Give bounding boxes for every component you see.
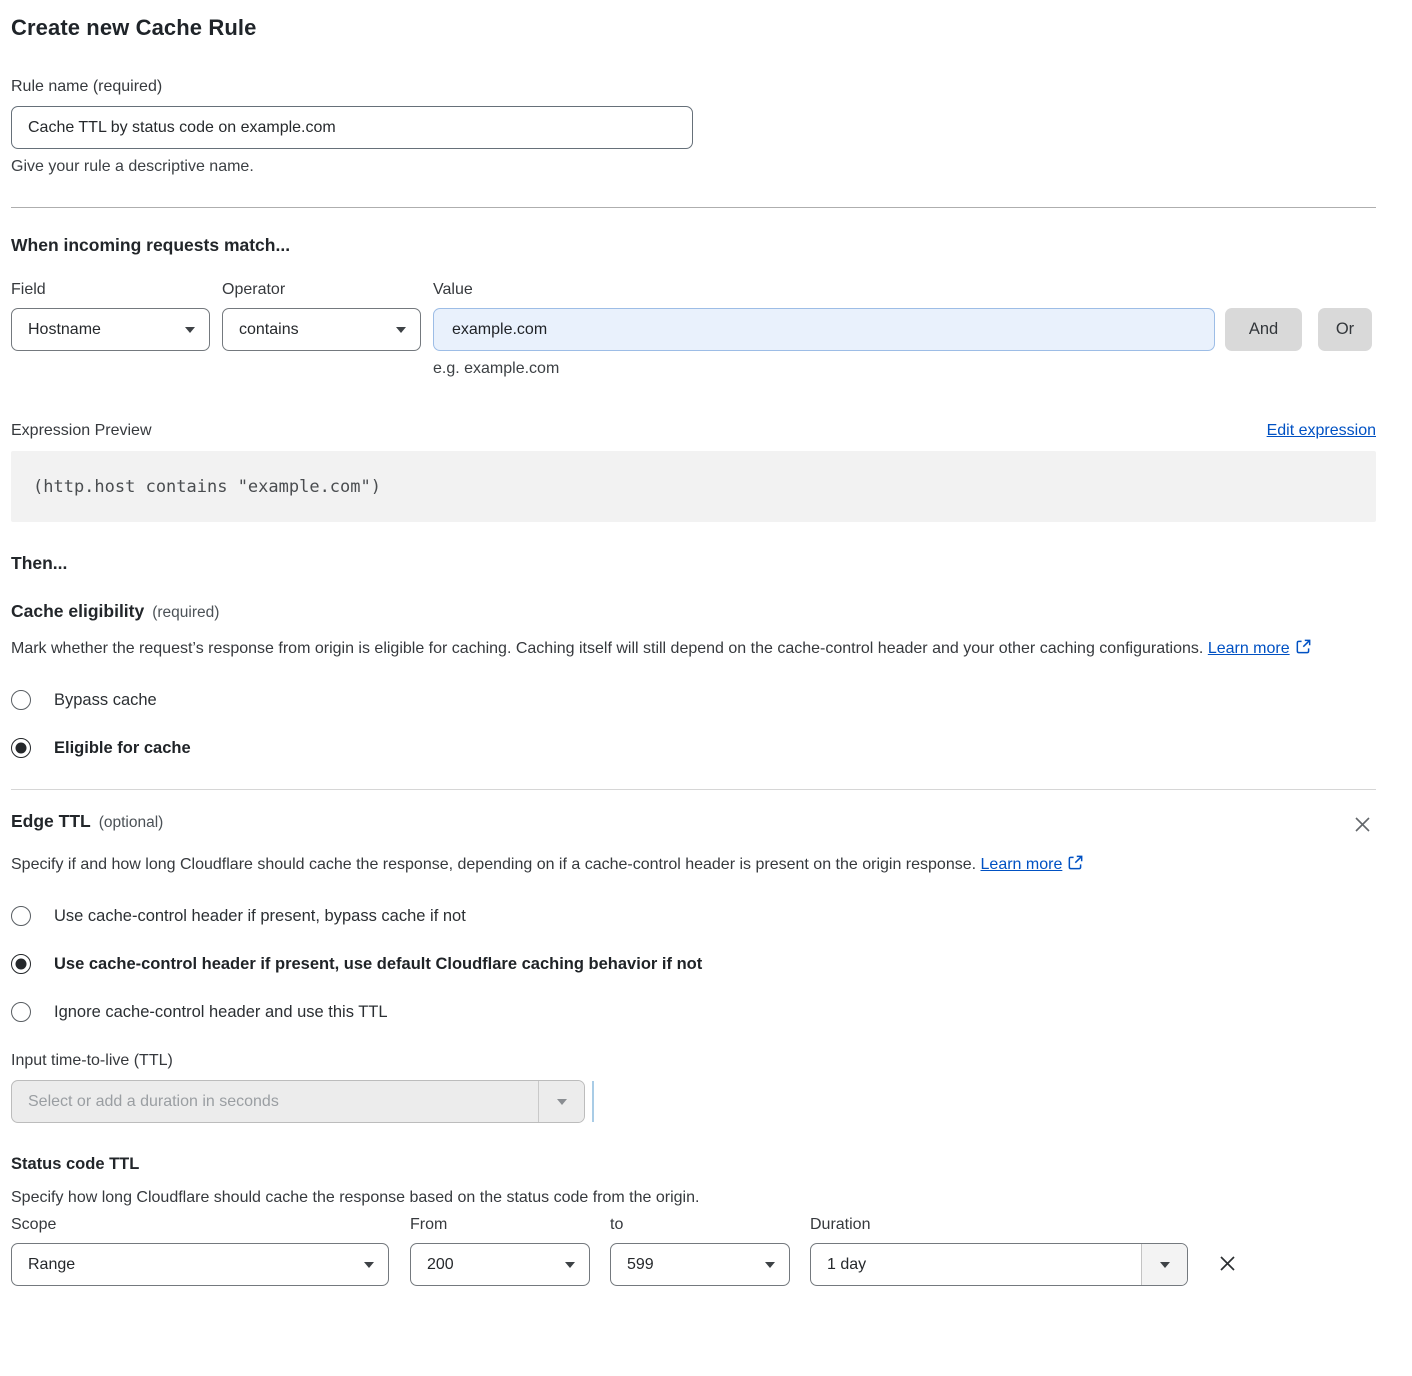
section-divider xyxy=(11,789,1376,790)
radio-label: Use cache-control header if present, byp… xyxy=(54,907,466,926)
dropdown-arrow-button[interactable] xyxy=(1141,1244,1187,1285)
operator-label: Operator xyxy=(222,281,421,299)
ttl-duration-placeholder: Select or add a duration in seconds xyxy=(28,1093,279,1111)
chevron-down-icon xyxy=(364,1262,374,1268)
chevron-down-icon xyxy=(765,1262,775,1268)
value-hint: e.g. example.com xyxy=(433,360,1376,378)
cache-eligibility-description-text: Mark whether the request’s response from… xyxy=(11,640,1203,657)
match-heading: When incoming requests match... xyxy=(11,235,1376,256)
radio-use-header-bypass[interactable]: Use cache-control header if present, byp… xyxy=(11,906,1376,926)
cache-eligibility-title: Cache eligibility xyxy=(11,601,144,621)
optional-tag: (optional) xyxy=(99,814,164,831)
rule-name-help: Give your rule a descriptive name. xyxy=(11,158,1376,176)
from-select[interactable]: 200 xyxy=(410,1243,590,1286)
operator-select[interactable]: contains xyxy=(222,308,421,351)
edit-expression-link[interactable]: Edit expression xyxy=(1267,422,1376,440)
status-code-controls-row: Range 200 599 1 day xyxy=(11,1243,1376,1286)
then-heading: Then... xyxy=(11,553,1376,574)
field-label: Field xyxy=(11,281,210,299)
close-edge-ttl-button[interactable] xyxy=(1349,811,1376,841)
text-cursor xyxy=(592,1081,594,1122)
expression-preview-row: Expression Preview Edit expression xyxy=(11,422,1376,440)
ttl-input-label: Input time-to-live (TTL) xyxy=(11,1052,1376,1070)
edge-ttl-options: Use cache-control header if present, byp… xyxy=(11,906,1376,1022)
create-cache-rule-page: Create new Cache Rule Rule name (require… xyxy=(0,0,1412,1376)
radio-icon[interactable] xyxy=(11,906,31,926)
radio-label: Bypass cache xyxy=(54,691,157,710)
value-input[interactable] xyxy=(433,308,1215,351)
radio-icon[interactable] xyxy=(11,1002,31,1022)
match-controls-row: Hostname contains And Or xyxy=(11,308,1376,351)
status-code-ttl-description: Specify how long Cloudflare should cache… xyxy=(11,1189,1376,1207)
close-icon xyxy=(1217,1253,1238,1274)
radio-label: Eligible for cache xyxy=(54,739,191,758)
edge-ttl-title: Edge TTL xyxy=(11,811,91,831)
to-select-value: 599 xyxy=(627,1256,654,1274)
ttl-select-wrap: Select or add a duration in seconds xyxy=(11,1080,1376,1123)
scope-select[interactable]: Range xyxy=(11,1243,389,1286)
radio-use-header-default[interactable]: Use cache-control header if present, use… xyxy=(11,954,1376,974)
cache-eligibility-description: Mark whether the request’s response from… xyxy=(11,635,1351,663)
radio-bypass-cache[interactable]: Bypass cache xyxy=(11,690,1376,710)
scope-select-value: Range xyxy=(28,1256,75,1274)
close-icon xyxy=(1353,815,1372,834)
radio-label: Use cache-control header if present, use… xyxy=(54,955,702,974)
expression-preview-label: Expression Preview xyxy=(11,422,152,440)
duration-label: Duration xyxy=(810,1216,1188,1234)
operator-select-value: contains xyxy=(239,321,299,339)
chevron-down-icon xyxy=(185,327,195,333)
cache-eligibility-heading: Cache eligibility (required) xyxy=(11,601,1376,622)
duration-select[interactable]: 1 day xyxy=(810,1243,1188,1286)
chevron-down-icon xyxy=(1160,1262,1170,1268)
edge-ttl-description: Specify if and how long Cloudflare shoul… xyxy=(11,851,1351,879)
rule-name-label: Rule name (required) xyxy=(11,78,1376,96)
field-select-value: Hostname xyxy=(28,321,101,339)
status-code-ttl-heading: Status code TTL xyxy=(11,1155,1376,1174)
ttl-duration-select: Select or add a duration in seconds xyxy=(11,1080,585,1123)
chevron-down-icon xyxy=(565,1262,575,1268)
value-label: Value xyxy=(433,281,1215,299)
section-divider xyxy=(11,207,1376,208)
delete-status-code-row-button[interactable] xyxy=(1213,1249,1242,1281)
rule-name-input[interactable] xyxy=(11,106,693,149)
external-link-icon xyxy=(1067,854,1084,871)
to-label: to xyxy=(610,1216,790,1234)
radio-ignore-header[interactable]: Ignore cache-control header and use this… xyxy=(11,1002,1376,1022)
radio-label: Ignore cache-control header and use this… xyxy=(54,1003,388,1022)
learn-more-link[interactable]: Learn more xyxy=(1208,640,1290,657)
radio-selected-icon[interactable] xyxy=(11,954,31,974)
cache-eligibility-options: Bypass cache Eligible for cache xyxy=(11,690,1376,758)
match-labels-row: Field Operator Value xyxy=(11,281,1376,299)
learn-more-link[interactable]: Learn more xyxy=(981,856,1063,873)
duration-select-value: 1 day xyxy=(827,1256,866,1274)
from-select-value: 200 xyxy=(427,1256,454,1274)
edge-ttl-heading: Edge TTL (optional) xyxy=(11,811,163,832)
dropdown-arrow-button xyxy=(538,1081,584,1122)
edge-ttl-description-text: Specify if and how long Cloudflare shoul… xyxy=(11,856,976,873)
field-select[interactable]: Hostname xyxy=(11,308,210,351)
from-label: From xyxy=(410,1216,590,1234)
status-code-labels-row: Scope From to Duration xyxy=(11,1216,1376,1234)
radio-eligible-for-cache[interactable]: Eligible for cache xyxy=(11,738,1376,758)
radio-icon[interactable] xyxy=(11,690,31,710)
chevron-down-icon xyxy=(396,327,406,333)
edge-ttl-heading-row: Edge TTL (optional) xyxy=(11,811,1376,841)
chevron-down-icon xyxy=(557,1099,567,1105)
scope-label: Scope xyxy=(11,1216,389,1234)
page-title: Create new Cache Rule xyxy=(11,15,1376,41)
radio-selected-icon[interactable] xyxy=(11,738,31,758)
required-tag: (required) xyxy=(152,604,219,621)
or-button[interactable]: Or xyxy=(1318,308,1372,351)
to-select[interactable]: 599 xyxy=(610,1243,790,1286)
external-link-icon xyxy=(1295,638,1312,655)
expression-code-block: (http.host contains "example.com") xyxy=(11,451,1376,522)
and-button[interactable]: And xyxy=(1225,308,1302,351)
